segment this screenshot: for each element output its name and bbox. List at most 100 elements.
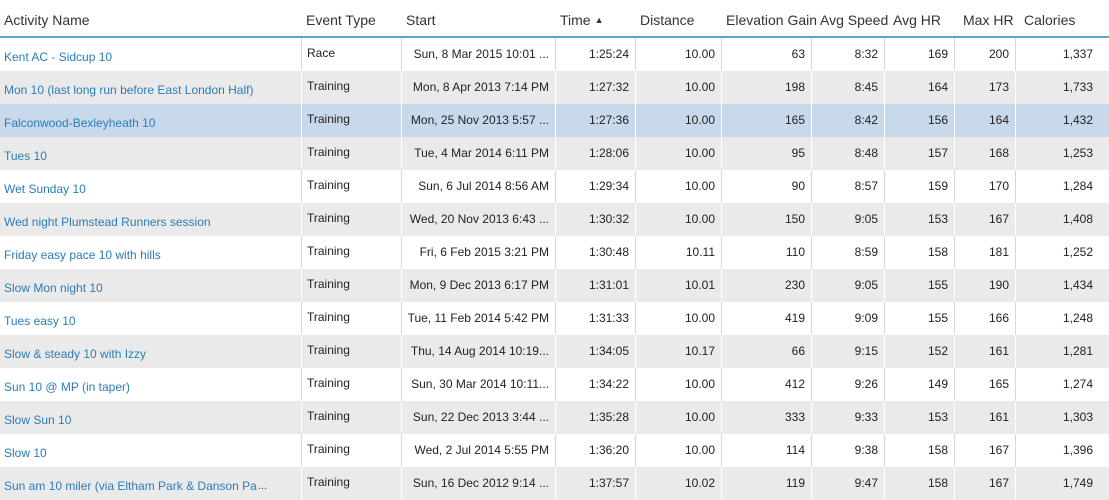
avg-hr-cell: 159 [885,170,955,203]
start-cell: Sun, 6 Jul 2014 8:56 AM [402,170,556,203]
avg-speed-cell: 9:05 [812,203,885,236]
table-row[interactable]: Tues 10 Training Tue, 4 Mar 2014 6:11 PM 1:… [0,137,1109,170]
avg-hr-cell: 157 [885,137,955,170]
activity-name-text[interactable]: Slow & steady 10 with Izzy [4,335,146,368]
max-hr-cell: 190 [955,269,1016,302]
activity-name-link[interactable]: Friday easy pace 10 with hills [0,236,302,269]
activity-name-link[interactable]: Tues easy 10 [0,302,302,335]
activity-name-text[interactable]: Sun am 10 miler (via Eltham Park & Danso… [4,467,257,500]
activity-name-text[interactable]: Slow Mon night 10 [4,269,103,302]
distance-cell: 10.00 [636,434,722,467]
start-cell: Wed, 20 Nov 2013 6:43 ... [402,203,556,236]
start-cell: Mon, 8 Apr 2013 7:14 PM [402,71,556,104]
event-type-cell: Training [302,401,402,434]
start-cell: Sun, 8 Mar 2015 10:01 ... [402,38,556,71]
activity-name-link[interactable]: Falconwood-Bexleyheath 10 [0,104,302,137]
avg-speed-cell: 8:42 [812,104,885,137]
start-cell: Wed, 2 Jul 2014 5:55 PM [402,434,556,467]
table-row[interactable]: Sun 10 @ MP (in taper) Training Sun, 30 Ma… [0,368,1109,401]
column-header-label: Calories [1024,12,1076,28]
table-row[interactable]: Mon 10 (last long run before East London… [0,71,1109,104]
calories-cell: 1,434 [1062,278,1093,292]
avg-speed-cell: 8:57 [812,170,885,203]
table-row[interactable]: Slow 10 Training Wed, 2 Jul 2014 5:55 PM 1:… [0,434,1109,467]
table-row[interactable]: Tues easy 10 Training Tue, 11 Feb 2014 5:4… [0,302,1109,335]
distance-cell: 10.02 [636,467,722,500]
start-cell: Sun, 30 Mar 2014 10:11... [402,368,556,401]
avg-hr-cell: 155 [885,269,955,302]
max-hr-cell: 173 [955,71,1016,104]
avg-speed-cell: 8:48 [812,137,885,170]
activity-name-text[interactable]: Mon 10 (last long run before East London… [4,71,253,104]
activity-name-text[interactable]: Friday easy pace 10 with hills [4,236,161,269]
column-header-max-hr[interactable]: Max HR [959,0,1020,36]
activity-name-text[interactable]: Wet Sunday 10 [4,170,86,203]
max-hr-cell: 167 [955,203,1016,236]
time-cell: 1:31:01 [556,269,636,302]
column-header-avg-hr[interactable]: Avg HR [889,0,959,36]
column-header-elevation-gain[interactable]: Elevation Gain [722,0,816,36]
start-cell: Sun, 22 Dec 2013 3:44 ... [402,401,556,434]
column-header-activity-name[interactable]: Activity Name [0,0,302,36]
activity-name-link[interactable]: Sun am 10 miler (via Eltham Park & Danso… [0,467,302,500]
activity-name-link[interactable]: Slow & steady 10 with Izzy [0,335,302,368]
activity-name-link[interactable]: Tues 10 [0,137,302,170]
column-header-calories[interactable]: Calories [1020,0,1109,36]
table-row[interactable]: Slow Sun 10 Training Sun, 22 Dec 2013 3:44… [0,401,1109,434]
start-cell: Mon, 9 Dec 2013 6:17 PM [402,269,556,302]
max-hr-cell: 181 [955,236,1016,269]
activity-name-link[interactable]: Wet Sunday 10 [0,170,302,203]
avg-hr-cell: 149 [885,368,955,401]
table-row[interactable]: Wed night Plumstead Runners session Train… [0,203,1109,236]
table-row[interactable]: Slow Mon night 10 Training Mon, 9 Dec 2013… [0,269,1109,302]
table-row[interactable]: Friday easy pace 10 with hills Training Fr… [0,236,1109,269]
column-header-time[interactable]: Time ▲ [556,0,636,36]
avg-speed-cell: 9:33 [812,401,885,434]
calories-cell: 1,396 [1062,443,1093,457]
elevation-gain-cell: 333 [722,401,812,434]
time-cell: 1:35:28 [556,401,636,434]
avg-hr-cell: 158 [885,434,955,467]
activity-name-text[interactable]: Sun 10 @ MP (in taper) [4,368,130,401]
activity-name-link[interactable]: Kent AC - Sidcup 10 [0,38,302,71]
column-header-avg-speed[interactable]: Avg Speed [816,0,889,36]
time-cell: 1:31:33 [556,302,636,335]
event-type-cell: Training [302,236,402,269]
column-header-distance[interactable]: Distance [636,0,722,36]
activity-name-text[interactable]: Tues easy 10 [4,302,76,335]
elevation-gain-cell: 412 [722,368,812,401]
max-hr-cell: 165 [955,368,1016,401]
max-hr-cell: 168 [955,137,1016,170]
time-cell: 1:28:06 [556,137,636,170]
column-header-label: Time [560,12,591,28]
column-header-start[interactable]: Start [402,0,556,36]
avg-hr-cell: 158 [885,467,955,500]
activity-name-text[interactable]: Tues 10 [4,137,47,170]
activity-name-link[interactable]: Sun 10 @ MP (in taper) [0,368,302,401]
table-row[interactable]: Falconwood-Bexleyheath 10 Training Mon, 25… [0,104,1109,137]
activity-name-text[interactable]: Wed night Plumstead Runners session [4,203,211,236]
calories-cell: 1,749 [1062,476,1093,490]
distance-cell: 10.00 [636,170,722,203]
table-row[interactable]: Sun am 10 miler (via Eltham Park & Danso… [0,467,1109,500]
table-row[interactable]: Wet Sunday 10 Training Sun, 6 Jul 2014 8:5… [0,170,1109,203]
activity-name-text[interactable]: Falconwood-Bexleyheath 10 [4,104,155,137]
activity-name-link[interactable]: Slow Mon night 10 [0,269,302,302]
event-type-cell: Training [302,368,402,401]
activity-name-text[interactable]: Kent AC - Sidcup 10 [4,38,112,71]
activity-name-link[interactable]: Slow 10 [0,434,302,467]
distance-cell: 10.00 [636,71,722,104]
elevation-gain-cell: 95 [722,137,812,170]
activity-name-link[interactable]: Wed night Plumstead Runners session [0,203,302,236]
activity-name-link[interactable]: Slow Sun 10 [0,401,302,434]
activity-name-text[interactable]: Slow 10 [4,434,47,467]
table-row[interactable]: Slow & steady 10 with Izzy Training Thu, 1… [0,335,1109,368]
avg-speed-cell: 8:59 [812,236,885,269]
activity-name-text[interactable]: Slow Sun 10 [4,401,71,434]
activity-name-link[interactable]: Mon 10 (last long run before East London… [0,71,302,104]
event-type-cell: Training [302,269,402,302]
elevation-gain-cell: 63 [722,38,812,71]
table-row[interactable]: Kent AC - Sidcup 10 Race Sun, 8 Mar 2015 1… [0,38,1109,71]
column-header-event-type[interactable]: Event Type [302,0,402,36]
event-type-cell: Training [302,170,402,203]
